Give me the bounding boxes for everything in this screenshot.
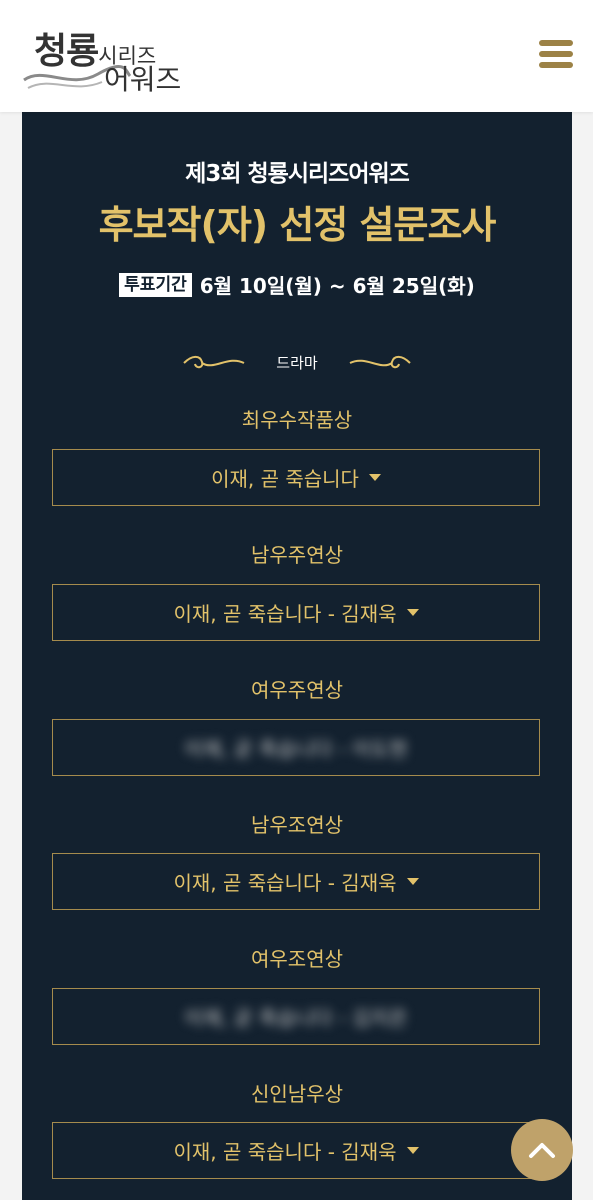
survey-title: 후보작(자) 선정 설문조사 — [98, 203, 497, 247]
ornament-right-icon — [349, 355, 411, 368]
select-value: 이재, 곧 죽습니다 - 김재욱 — [173, 1140, 397, 1164]
caret-down-icon — [368, 474, 381, 481]
nominee-select-best-new-actor[interactable]: 이재, 곧 죽습니다 - 김재욱 — [52, 1122, 540, 1179]
vote-period-badge: 투표기간 — [119, 272, 192, 297]
logo-line2: 어워즈 — [104, 63, 182, 96]
category-label: 남우주연상 — [251, 543, 343, 567]
caret-down-icon — [406, 878, 419, 885]
category-label: 신인남우상 — [251, 1082, 343, 1106]
survey-panel: 제3회 청룡시리즈어워즈 후보작(자) 선정 설문조사 투표기간 6월 10일(… — [22, 112, 572, 1200]
select-value: 이재, 곧 죽습니다 - 김재욱 — [173, 602, 397, 626]
scroll-to-top-button[interactable] — [511, 1119, 573, 1181]
select-value: 이재, 곧 죽습니다 — [211, 467, 359, 491]
select-value-blurred: 이재, 곧 죽습니다 - 김지은 — [184, 1006, 408, 1030]
section-header: 드라마 — [22, 352, 572, 373]
site-logo[interactable]: 청룡시리즈 어워즈 — [22, 20, 222, 100]
nominee-select-best-actor[interactable]: 이재, 곧 죽습니다 - 김재욱 — [52, 584, 540, 641]
site-header: 청룡시리즈 어워즈 — [0, 0, 593, 112]
nominee-select-best-supporting-actress[interactable]: 이재, 곧 죽습니다 - 김지은 — [52, 988, 540, 1045]
caret-down-icon — [406, 609, 419, 616]
select-value-blurred: 이재, 곧 죽습니다 - 이도현 — [184, 737, 408, 761]
nominee-select-best-supporting-actor[interactable]: 이재, 곧 죽습니다 - 김재욱 — [52, 853, 540, 910]
category-label: 여우조연상 — [251, 947, 343, 971]
category-label: 여우주연상 — [251, 678, 343, 702]
vote-period-dates: 6월 10일(월) ~ 6월 25일(화) — [199, 274, 475, 298]
caret-down-icon — [406, 1147, 419, 1154]
section-label: 드라마 — [276, 354, 318, 372]
nominee-select-best-actress[interactable]: 이재, 곧 죽습니다 - 이도현 — [52, 719, 540, 776]
select-value: 이재, 곧 죽습니다 - 김재욱 — [173, 871, 397, 895]
hamburger-menu-icon[interactable] — [539, 40, 573, 68]
survey-subtitle: 제3회 청룡시리즈어워즈 — [185, 161, 410, 187]
category-label: 최우수작품상 — [241, 408, 353, 432]
vote-period: 투표기간 6월 10일(월) ~ 6월 25일(화) — [22, 270, 572, 299]
ornament-left-icon — [183, 355, 245, 368]
chevron-up-icon — [529, 1143, 555, 1158]
nominee-select-best-picture[interactable]: 이재, 곧 죽습니다 — [52, 449, 540, 506]
category-label: 남우조연상 — [251, 813, 343, 837]
